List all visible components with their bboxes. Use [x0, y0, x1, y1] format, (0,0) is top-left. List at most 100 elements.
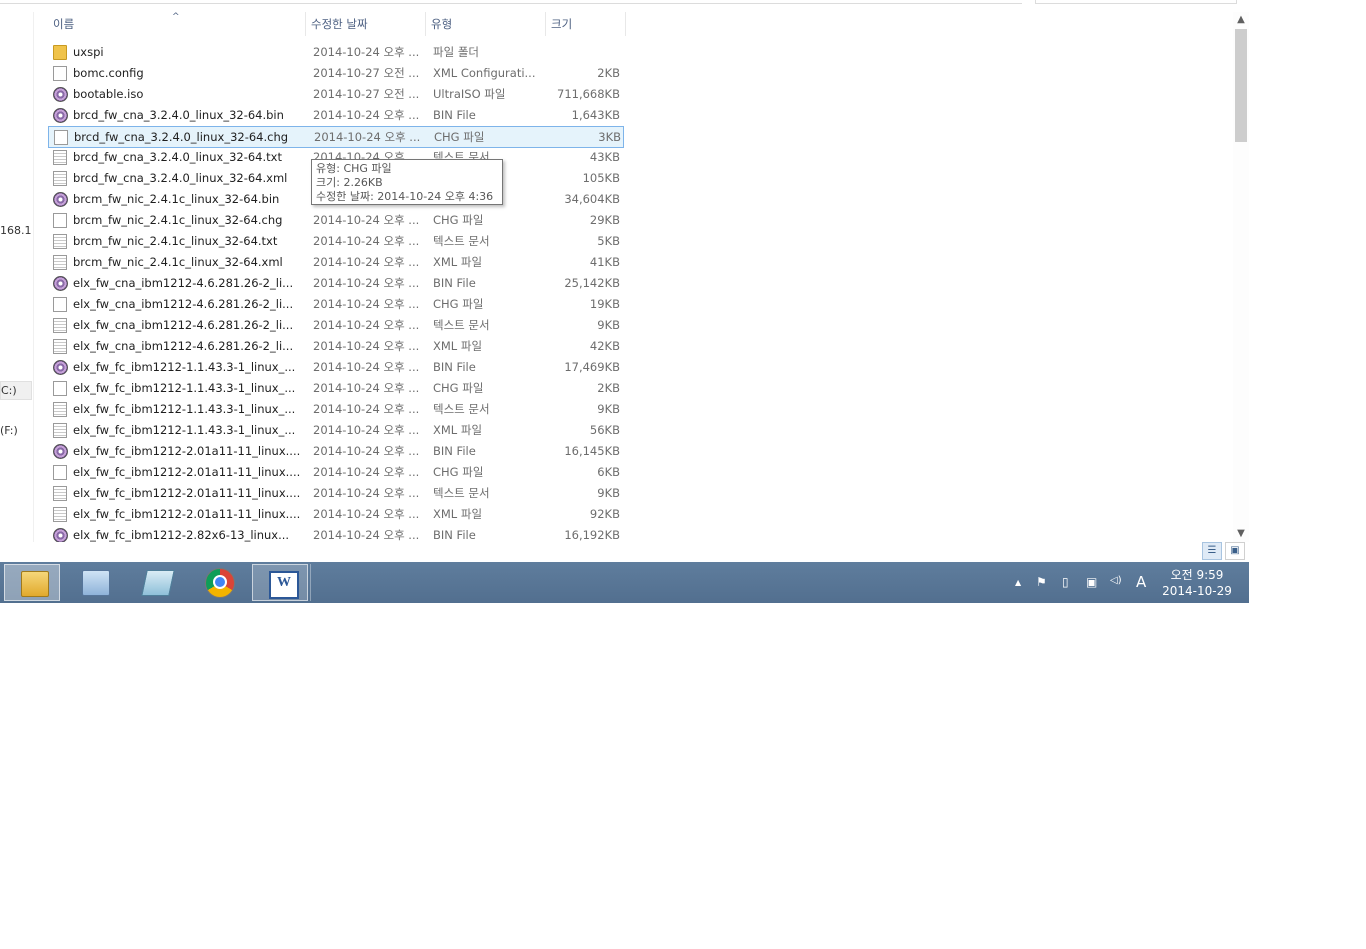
column-header-date[interactable]: 수정한 날짜 — [306, 12, 426, 36]
file-size: 6KB — [597, 465, 620, 479]
file-type: 텍스트 문서 — [433, 486, 490, 500]
file-name: elx_fw_fc_ibm1212-1.1.43.3-1_linux_... — [73, 402, 296, 416]
ime-language-indicator[interactable]: A — [1136, 573, 1146, 591]
file-date: 2014-10-24 오후 ... — [313, 234, 420, 248]
file-name: brcd_fw_cna_3.2.4.0_linux_32-64.chg — [74, 130, 289, 144]
chrome-icon — [205, 568, 235, 598]
file-type: BIN File — [433, 108, 476, 122]
taskbar-calculator-button[interactable] — [66, 564, 122, 601]
scroll-down-icon[interactable]: ▼ — [1233, 526, 1249, 542]
file-row[interactable]: elx_fw_cna_ibm1212-4.6.281.26-2_li... 201… — [48, 336, 628, 357]
text-icon — [53, 507, 67, 522]
file-size: 711,668KB — [557, 87, 620, 101]
file-row[interactable]: elx_fw_fc_ibm1212-1.1.43.3-1_linux_... 20… — [48, 378, 628, 399]
search-box-edge[interactable] — [1035, 0, 1237, 4]
file-size: 105KB — [582, 171, 620, 185]
file-icon — [53, 381, 67, 396]
file-row[interactable]: elx_fw_cna_ibm1212-4.6.281.26-2_li... 201… — [48, 315, 628, 336]
file-row[interactable]: elx_fw_fc_ibm1212-2.01a11-11_linux.... 20… — [48, 441, 628, 462]
column-header-date-label: 수정한 날짜 — [311, 17, 368, 31]
file-name: elx_fw_fc_ibm1212-1.1.43.3-1_linux_... — [73, 360, 296, 374]
file-date: 2014-10-27 오전 ... — [313, 87, 420, 101]
nav-item-c-drive[interactable]: C:) — [0, 381, 32, 400]
vertical-scrollbar[interactable]: ▲ ▼ — [1233, 12, 1249, 542]
file-row[interactable]: elx_fw_fc_ibm1212-2.82x6-13_linux... 2014… — [48, 525, 628, 542]
file-date: 2014-10-27 오전 ... — [313, 66, 420, 80]
file-type: BIN File — [433, 360, 476, 374]
file-date: 2014-10-24 오후 ... — [313, 486, 420, 500]
action-center-flag-icon[interactable]: ⚑ — [1036, 575, 1047, 589]
taskbar-notepad-button[interactable] — [128, 564, 184, 601]
file-size — [548, 42, 620, 63]
file-date: 2014-10-24 오후 ... — [313, 465, 420, 479]
file-date: 2014-10-24 오후 ... — [314, 130, 421, 144]
file-size: 9KB — [597, 318, 620, 332]
file-row[interactable]: elx_fw_cna_ibm1212-4.6.281.26-2_li... 201… — [48, 294, 628, 315]
folder-icon — [21, 571, 49, 597]
details-view-button[interactable]: ☰ — [1202, 542, 1222, 560]
file-size: 3KB — [598, 130, 621, 144]
taskbar-chrome-button[interactable] — [190, 564, 246, 601]
clock-time: 오전 9:59 — [1170, 568, 1224, 582]
column-header-name[interactable]: 이름 ^ — [48, 12, 306, 36]
power-icon[interactable]: ▯ — [1062, 575, 1069, 589]
scroll-up-icon[interactable]: ▲ — [1233, 12, 1249, 28]
file-name: bomc.config — [73, 66, 144, 80]
file-row[interactable]: elx_fw_fc_ibm1212-1.1.43.3-1_linux_... 20… — [48, 420, 628, 441]
column-header-size[interactable]: 크기 — [546, 12, 626, 36]
taskbar-word-button[interactable]: W — [252, 564, 308, 601]
file-name: elx_fw_cna_ibm1212-4.6.281.26-2_li... — [73, 297, 294, 311]
file-row[interactable]: brcd_fw_cna_3.2.4.0_linux_32-64.bin 2014-… — [48, 105, 628, 126]
file-row[interactable]: elx_fw_fc_ibm1212-1.1.43.3-1_linux_... 20… — [48, 357, 628, 378]
file-list: 이름 ^ 수정한 날짜 유형 크기 uxspi 2014-10-24 오후 ...… — [48, 12, 1233, 542]
show-hidden-icons-icon[interactable]: ▲ — [1015, 578, 1021, 587]
file-icon — [53, 213, 67, 228]
thumbnail-view-button[interactable]: ▣ — [1225, 542, 1245, 560]
nav-item-f-drive[interactable]: (F:) — [0, 424, 18, 437]
file-row[interactable]: elx_fw_fc_ibm1212-2.01a11-11_linux.... 20… — [48, 483, 628, 504]
file-size: 19KB — [589, 297, 620, 311]
column-header-type[interactable]: 유형 — [426, 12, 546, 36]
file-type: 파일 폴더 — [433, 45, 479, 59]
file-row[interactable]: brcm_fw_nic_2.4.1c_linux_32-64.xml 2014-1… — [48, 252, 628, 273]
file-tooltip: 유형: CHG 파일 크기: 2.26KB 수정한 날짜: 2014-10-24… — [311, 159, 503, 205]
file-name: brcm_fw_nic_2.4.1c_linux_32-64.bin — [73, 192, 280, 206]
file-size: 25,142KB — [564, 276, 620, 290]
file-row[interactable]: brcm_fw_nic_2.4.1c_linux_32-64.txt 2014-1… — [48, 231, 628, 252]
calculator-icon — [82, 570, 110, 596]
network-icon[interactable]: ▣ — [1086, 575, 1097, 589]
system-clock[interactable]: 오전 9:59 2014-10-29 — [1158, 567, 1236, 599]
file-date: 2014-10-24 오후 ... — [313, 276, 420, 290]
file-name: elx_fw_fc_ibm1212-2.82x6-13_linux... — [73, 528, 290, 542]
taskbar-explorer-button[interactable] — [4, 564, 60, 601]
file-row[interactable]: uxspi 2014-10-24 오후 ... 파일 폴더 — [48, 42, 628, 63]
file-name: brcd_fw_cna_3.2.4.0_linux_32-64.bin — [73, 108, 284, 122]
nav-item-network-drive[interactable]: 168.1 — [0, 224, 32, 237]
file-date: 2014-10-24 오후 ... — [313, 339, 420, 353]
file-type: BIN File — [433, 276, 476, 290]
thumbnail-view-icon: ▣ — [1230, 545, 1240, 556]
column-headers: 이름 ^ 수정한 날짜 유형 크기 — [48, 12, 628, 36]
file-type: UltraISO 파일 — [433, 87, 506, 101]
scroll-thumb[interactable] — [1235, 29, 1247, 142]
volume-icon[interactable]: ◁) — [1110, 575, 1122, 586]
file-row[interactable]: bomc.config 2014-10-27 오전 ... XML Configur… — [48, 63, 628, 84]
file-row[interactable]: brcd_fw_cna_3.2.4.0_linux_32-64.chg 2014-… — [48, 126, 624, 148]
navigation-pane: 168.1 C:) (F:) — [0, 12, 34, 542]
file-name: brcm_fw_nic_2.4.1c_linux_32-64.chg — [73, 213, 283, 227]
file-size: 9KB — [597, 486, 620, 500]
file-row[interactable]: elx_fw_fc_ibm1212-2.01a11-11_linux.... 20… — [48, 462, 628, 483]
file-size: 1,643KB — [571, 108, 620, 122]
file-row[interactable]: brcm_fw_nic_2.4.1c_linux_32-64.chg 2014-1… — [48, 210, 628, 231]
notepad-icon — [141, 570, 175, 596]
file-type: BIN File — [433, 528, 476, 542]
file-size: 17,469KB — [564, 360, 620, 374]
file-row[interactable]: elx_fw_fc_ibm1212-1.1.43.3-1_linux_... 20… — [48, 399, 628, 420]
file-type: XML 파일 — [433, 423, 483, 437]
file-row[interactable]: bootable.iso 2014-10-27 오전 ... UltraISO 파일… — [48, 84, 628, 105]
file-name: elx_fw_fc_ibm1212-1.1.43.3-1_linux_... — [73, 423, 296, 437]
file-size: 5KB — [597, 234, 620, 248]
file-date: 2014-10-24 오후 ... — [313, 507, 420, 521]
file-row[interactable]: elx_fw_fc_ibm1212-2.01a11-11_linux.... 20… — [48, 504, 628, 525]
file-row[interactable]: elx_fw_cna_ibm1212-4.6.281.26-2_li... 201… — [48, 273, 628, 294]
